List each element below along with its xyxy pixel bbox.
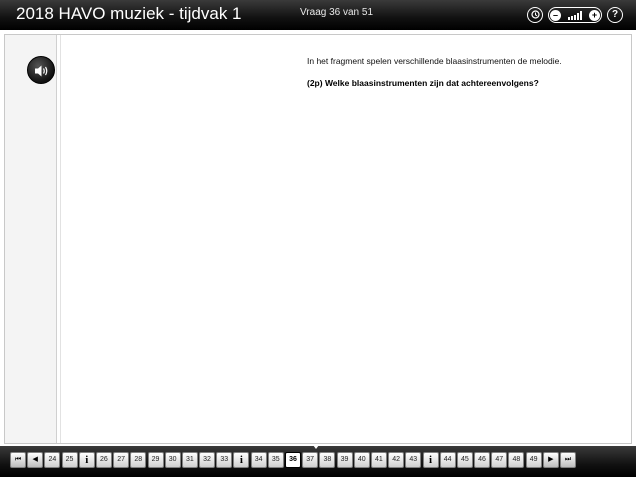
exam-title: 2018 HAVO muziek - tijdvak 1 [16,4,242,23]
question-button[interactable]: 39 [336,452,353,468]
question-number-list: 24 25 i 26 27 28 29 30 31 32 33 i 34 35 36 37 38 39 40 41 42… [44,452,542,468]
volume-up-icon[interactable]: + [589,9,600,21]
previous-question-button[interactable]: ◀ [27,452,44,468]
question-button[interactable]: 26 [95,452,112,468]
question-text: In het fragment spelen verschillende bla… [307,56,562,66]
left-rail [5,35,57,443]
current-question-button[interactable]: 36 [285,452,301,468]
question-button[interactable]: 32 [199,452,216,468]
volume-level-bars [562,10,588,20]
clock-arrow-icon [530,10,540,19]
question-button[interactable]: 41 [370,452,387,468]
info-page-button[interactable]: i [78,452,95,468]
info-page-button[interactable]: i [233,452,250,468]
question-button[interactable]: 25 [61,452,78,468]
question-button[interactable]: 30 [164,452,181,468]
question-button[interactable]: 40 [353,452,370,468]
question-button[interactable]: 24 [44,452,61,468]
question-button[interactable]: 44 [439,452,456,468]
question-prompt: (2p) Welke blaasinstrumenten zijn dat ac… [307,78,539,88]
question-button[interactable]: 48 [508,452,525,468]
question-navigation: ⏮ ◀ 24 25 i 26 27 28 29 30 31 32 33 i 34 35 36 37 38 39 40… [10,452,576,468]
history-icon[interactable] [527,7,543,23]
first-question-button[interactable]: ⏮ [10,452,26,468]
next-question-button[interactable]: ▶ [542,452,559,468]
last-question-button[interactable]: ⏭ [560,452,576,468]
question-button[interactable]: 42 [388,452,405,468]
top-bar: 2018 HAVO muziek - tijdvak 1 Vraag 36 va… [0,0,636,30]
question-button[interactable]: 35 [267,452,284,468]
question-button[interactable]: 46 [474,452,491,468]
question-button[interactable]: 28 [130,452,147,468]
info-page-button[interactable]: i [422,452,439,468]
question-button[interactable]: 45 [456,452,473,468]
volume-down-icon[interactable]: – [550,9,561,21]
volume-control[interactable]: – + [548,7,602,23]
question-button[interactable]: 49 [525,452,542,468]
question-button[interactable]: 34 [250,452,267,468]
question-button[interactable]: 47 [491,452,508,468]
question-button[interactable]: 31 [181,452,198,468]
help-icon[interactable]: ? [607,7,623,23]
divider [60,35,61,443]
question-button[interactable]: 29 [147,452,164,468]
question-panel: In het fragment spelen verschillende bla… [4,34,632,444]
question-button[interactable]: 43 [405,452,422,468]
question-button[interactable]: 37 [302,452,319,468]
question-button[interactable]: 38 [319,452,336,468]
question-button[interactable]: 27 [113,452,130,468]
speaker-icon [35,65,48,77]
play-audio-button[interactable] [27,56,55,84]
question-counter: Vraag 36 van 51 [300,7,374,18]
current-question-marker [313,445,319,449]
question-button[interactable]: 33 [216,452,233,468]
